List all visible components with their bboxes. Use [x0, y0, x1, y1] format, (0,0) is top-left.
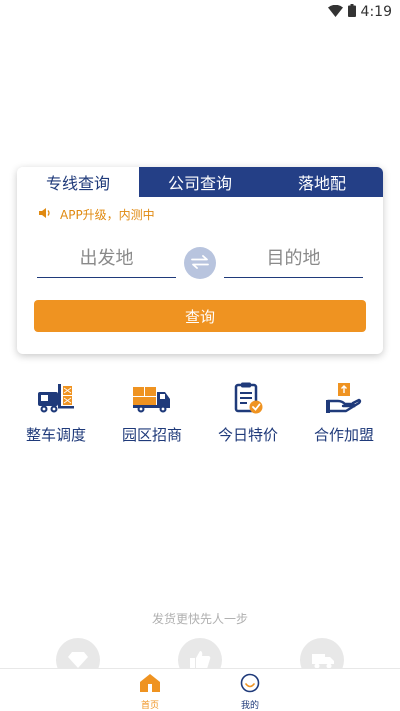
destination-input[interactable]	[224, 240, 363, 278]
shortcut-label: 整车调度	[25, 426, 86, 444]
cargo-truck-icon	[132, 380, 172, 416]
status-bar: 4:19	[0, 0, 400, 24]
forklift-truck-icon	[36, 380, 76, 416]
slogan-text: 发货更快先人一步	[151, 612, 248, 626]
swap-button[interactable]	[184, 247, 216, 279]
shortcut-daily-special[interactable]: 今日特价	[205, 380, 291, 445]
notice-text: APP升级，内测中	[60, 208, 155, 222]
smiley-icon	[240, 673, 260, 697]
delivery-truck-icon	[300, 638, 344, 668]
nav-mine[interactable]: 我的	[220, 673, 280, 711]
app-screen: 4:19 专线查询 公司查询 落地配 APP升级，内测中 出发地 目的地 查询 …	[0, 0, 400, 711]
feature-badges	[0, 638, 400, 668]
route-row	[37, 240, 363, 280]
clipboard-check-icon	[228, 380, 268, 416]
tab-last-mile[interactable]: 落地配	[261, 167, 383, 197]
thumbs-up-icon	[178, 638, 222, 668]
diamond-icon	[56, 638, 100, 668]
nav-home-label: 首页	[140, 701, 159, 711]
hand-package-icon	[324, 380, 364, 416]
notice-bar: APP升级，内测中	[38, 206, 155, 223]
battery-icon	[347, 2, 356, 21]
tab-line-query[interactable]: 专线查询	[17, 167, 139, 197]
origin-input[interactable]	[37, 240, 176, 278]
speaker-icon	[38, 207, 52, 222]
shortcut-label: 园区招商	[121, 426, 182, 444]
shortcut-vehicle-dispatch[interactable]: 整车调度	[13, 380, 99, 445]
status-icons: 4:19	[327, 2, 392, 21]
tab-company-query[interactable]: 公司查询	[139, 167, 261, 197]
shortcut-partnership[interactable]: 合作加盟	[301, 380, 387, 445]
shortcut-park-investment[interactable]: 园区招商	[109, 380, 195, 445]
shortcut-label: 合作加盟	[313, 426, 374, 444]
nav-mine-label: 我的	[240, 701, 259, 711]
shortcut-grid: 整车调度 园区招商 今日特价 合作加盟	[0, 380, 400, 445]
route-search-card: 专线查询 公司查询 落地配 APP升级，内测中 出发地 目的地 查询	[17, 167, 383, 354]
swap-arrows-icon	[190, 254, 210, 273]
search-tabs: 专线查询 公司查询 落地配	[17, 167, 383, 197]
wifi-icon	[327, 2, 343, 21]
home-icon	[139, 673, 161, 697]
nav-home[interactable]: 首页	[120, 673, 180, 711]
query-button[interactable]: 查询	[34, 300, 366, 332]
status-time: 4:19	[360, 3, 392, 20]
bottom-nav: 首页 我的	[0, 668, 400, 711]
shortcut-label: 今日特价	[217, 426, 278, 444]
